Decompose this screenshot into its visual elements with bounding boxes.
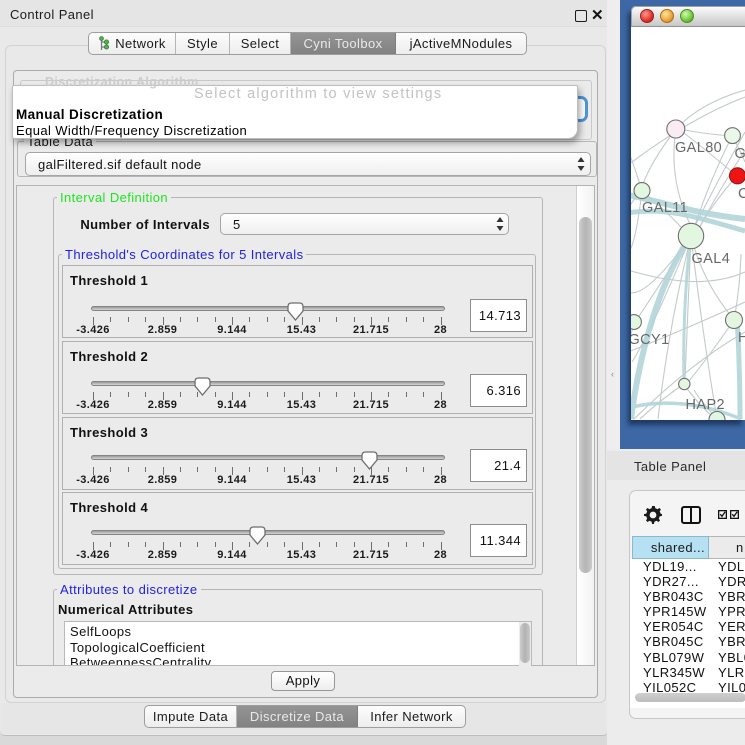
svg-text:G.: G. (735, 146, 745, 162)
svg-text:GCY1: GCY1 (631, 332, 670, 348)
svg-text:HAP2: HAP2 (686, 397, 725, 413)
svg-text:C: C (738, 186, 745, 202)
svg-text:H: H (738, 330, 745, 346)
svg-text:GAL11: GAL11 (642, 200, 688, 216)
svg-text:GAL4: GAL4 (692, 251, 731, 267)
svg-text:GAL80: GAL80 (675, 140, 722, 156)
